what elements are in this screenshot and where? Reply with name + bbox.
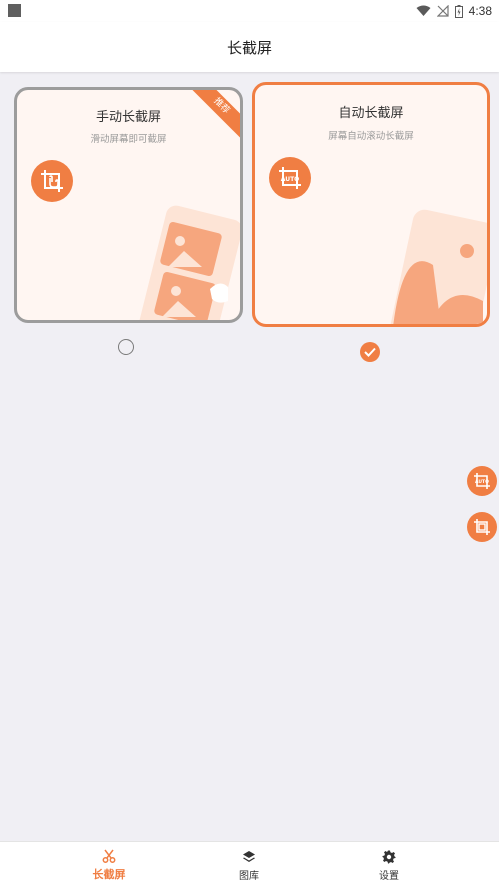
auto-selected-checkmark[interactable] — [360, 342, 380, 362]
auto-long-screenshot-card[interactable]: 自动长截屏 屏幕自动滚动长截屏 AUTO — [252, 82, 490, 327]
page-title: 长截屏 — [226, 38, 272, 57]
card-subtitle: 屏幕自动滚动长截屏 — [328, 131, 414, 142]
auto-screenshot-icon: AUTO — [474, 473, 490, 489]
scissors-icon — [102, 849, 116, 863]
bottom-navigation: 长截屏 图库 设置 — [0, 841, 499, 889]
recommended-ribbon: 推荐 — [190, 90, 240, 140]
battery-icon — [454, 4, 463, 18]
layers-icon — [243, 850, 255, 862]
auto-badge-text: AUTO — [475, 479, 489, 485]
floating-auto-screenshot-button[interactable]: AUTO — [467, 466, 497, 496]
recommended-badge: 推荐 — [190, 90, 240, 140]
clock: 4:38 — [468, 4, 492, 18]
manual-long-screenshot-card[interactable]: 手动长截屏 滑动屏幕即可截屏 推荐 — [14, 87, 243, 323]
nav-item-settings[interactable]: 设置 — [329, 842, 449, 889]
no-signal-icon — [436, 5, 449, 17]
hand-crop-icon — [31, 160, 73, 202]
manual-radio-button[interactable] — [118, 339, 134, 355]
notification-icon — [8, 4, 21, 17]
nav-label: 长截屏 — [92, 868, 126, 881]
auto-crop-icon: AUTO — [269, 157, 311, 199]
svg-text:AUTO: AUTO — [281, 176, 300, 183]
crop-screenshot-icon — [474, 519, 490, 535]
scroll-screenshot-illustration — [139, 205, 240, 320]
status-icons: 4:38 — [416, 3, 492, 19]
nav-item-long-screenshot[interactable]: 长截屏 — [49, 842, 169, 889]
floating-crop-screenshot-button[interactable] — [467, 512, 497, 542]
card-title: 自动长截屏 — [338, 106, 404, 121]
nav-label: 图库 — [239, 870, 259, 882]
status-bar: 4:38 — [0, 0, 499, 22]
nav-item-gallery[interactable]: 图库 — [189, 842, 309, 889]
app-bar: 长截屏 — [0, 22, 499, 72]
auto-scroll-illustration — [390, 209, 487, 324]
check-icon — [364, 347, 376, 357]
wifi-icon — [416, 5, 431, 16]
gear-icon — [382, 850, 396, 863]
nav-label: 设置 — [379, 870, 399, 882]
